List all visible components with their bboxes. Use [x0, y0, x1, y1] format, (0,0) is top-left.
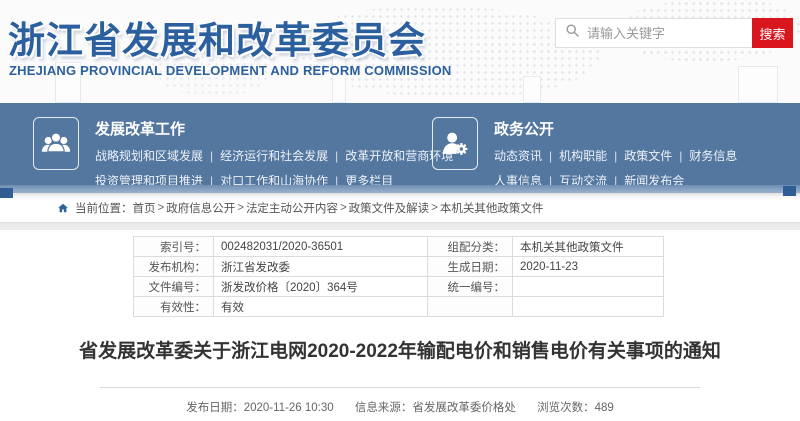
meta-value-validity: 有效: [213, 296, 428, 317]
publish-date: 发布日期：2020-11-26 10:30: [186, 402, 333, 414]
search-input-wrap: [555, 18, 752, 48]
meta-row: 索引号： 002482031/2020-36501 组配分类： 本机关其他政策文…: [133, 236, 664, 257]
meta-row: 文件编号： 浙发改价格〔2020〕364号 统一编号：: [133, 276, 664, 297]
view-count-value: 489: [594, 402, 614, 414]
breadcrumb-gov-info[interactable]: 政府信息公开: [166, 200, 235, 216]
site-header: 浙江省发展和改革委员会 ZHEJIANG PROVINCIAL DEVELOPM…: [0, 0, 800, 103]
publish-source-value: 省发展改革委价格处: [412, 402, 516, 414]
nav-separator: |: [549, 149, 553, 163]
search-icon: [565, 23, 580, 43]
nav-link-org-functions[interactable]: 机构职能: [559, 149, 607, 163]
meta-value-index-no: 002482031/2020-36501: [213, 236, 428, 257]
search-button[interactable]: 搜索: [752, 18, 793, 48]
nav-title-gov-disclosure[interactable]: 政务公开: [494, 118, 554, 139]
view-count-label: 浏览次数：: [537, 402, 595, 414]
nav-row: 战略规划和区域发展 | 经济运行和社会发展 | 改革开放和营商环境: [95, 147, 453, 164]
nav-bottom-strip: [0, 185, 800, 193]
meta-value-unified-number: [512, 276, 664, 297]
skyline-decoration: [523, 76, 541, 103]
publish-date-label: 发布日期：: [186, 402, 244, 414]
nav-section-development: 发展改革工作 战略规划和区域发展 | 经济运行和社会发展 | 改革开放和营商环境 投资管…: [33, 117, 453, 189]
decoration-cap-left: [0, 188, 13, 198]
publish-info: 发布日期：2020-11-26 10:30 信息来源：省发展改革委价格处 浏览次…: [0, 399, 800, 415]
skyline-decoration: [738, 66, 778, 103]
meta-value-empty: [512, 296, 664, 317]
breadcrumb-home[interactable]: 首页: [133, 200, 156, 216]
nav-link-news[interactable]: 动态资讯: [494, 149, 542, 163]
nav-text-development: 发展改革工作 战略规划和区域发展 | 经济运行和社会发展 | 改革开放和营商环境 投资管…: [95, 117, 453, 189]
primary-nav: 发展改革工作 战略规划和区域发展 | 经济运行和社会发展 | 改革开放和营商环境 投资管…: [0, 103, 800, 188]
meta-label-unified-number: 统一编号：: [427, 276, 513, 297]
breadcrumb: 当前位置： 首页 > 政府信息公开 > 法定主动公开内容 > 政策文件及解读 >…: [0, 193, 800, 222]
publish-source: 信息来源：省发展改革委价格处: [355, 402, 516, 414]
nav-link-financial-info[interactable]: 财务信息: [689, 149, 737, 163]
nav-title-development[interactable]: 发展改革工作: [95, 118, 185, 139]
search-input[interactable]: [587, 25, 743, 41]
nav-text-gov-disclosure: 政务公开 动态资讯 | 机构职能 | 政策文件 | 财务信息 人事信息 | 互动交流 | 新闻发布会: [494, 117, 737, 189]
site-title-en: ZHEJIANG PROVINCIAL DEVELOPMENT AND REFO…: [9, 63, 452, 78]
breadcrumb-other-policy-docs[interactable]: 本机关其他政策文件: [440, 200, 544, 216]
page-title: 省发展改革委关于浙江电网2020-2022年输配电价和销售电价有关事项的通知: [79, 341, 721, 362]
meta-label-issuing-agency: 发布机构：: [133, 256, 214, 277]
nav-separator: |: [679, 149, 683, 163]
nav-separator: |: [335, 149, 339, 163]
breadcrumb-prefix: 当前位置：: [75, 202, 133, 215]
meta-label-validity: 有效性：: [133, 296, 214, 317]
search-bar: 搜索: [555, 18, 793, 48]
document-meta-table: 索引号： 002482031/2020-36501 组配分类： 本机关其他政策文…: [133, 236, 664, 317]
breadcrumb-separator: >: [237, 201, 244, 214]
nav-section-gov-disclosure: 政务公开 动态资讯 | 机构职能 | 政策文件 | 财务信息 人事信息 | 互动交流 | 新闻发布会: [432, 117, 737, 189]
nav-link-economic-operation[interactable]: 经济运行和社会发展: [220, 149, 328, 163]
breadcrumb-separator: >: [339, 201, 347, 214]
meta-value-issuing-agency: 浙江省发改委: [213, 256, 428, 277]
meta-row: 有效性： 有效: [133, 296, 664, 317]
meta-row: 发布机构： 浙江省发改委 生成日期： 2020-11-23: [133, 256, 664, 277]
meta-label-doc-number: 文件编号：: [133, 276, 214, 297]
person-gear-icon: [432, 117, 478, 170]
breadcrumb-statutory-disclosure[interactable]: 法定主动公开内容: [246, 200, 338, 216]
breadcrumb-separator: >: [431, 201, 438, 214]
site-title-cn: 浙江省发展和改革委员会: [8, 20, 426, 61]
meta-label-category: 组配分类：: [427, 236, 513, 257]
document-content: 索引号： 002482031/2020-36501 组配分类： 本机关其他政策文…: [0, 230, 800, 421]
meta-value-date-generated: 2020-11-23: [512, 256, 664, 277]
nav-link-strategic-planning[interactable]: 战略规划和区域发展: [95, 149, 203, 163]
title-divider: [100, 387, 700, 388]
meta-label-index-no: 索引号：: [133, 236, 214, 257]
meta-value-doc-number: 浙发改价格〔2020〕364号: [213, 276, 428, 297]
decoration-cap-right: [783, 186, 796, 196]
meta-label-date-generated: 生成日期：: [427, 256, 513, 277]
nav-row: 动态资讯 | 机构职能 | 政策文件 | 财务信息: [494, 147, 737, 164]
people-group-icon: [33, 117, 79, 170]
publish-source-label: 信息来源：: [354, 402, 413, 414]
nav-separator: |: [210, 149, 214, 163]
breadcrumb-policy-docs[interactable]: 政策文件及解读: [349, 200, 430, 216]
view-count: 浏览次数：489: [537, 402, 614, 414]
home-icon: [57, 202, 69, 214]
nav-link-policy-documents[interactable]: 政策文件: [624, 149, 672, 163]
nav-separator: |: [614, 149, 618, 163]
meta-label-empty: [427, 296, 513, 317]
breadcrumb-separator: >: [157, 201, 165, 214]
meta-value-category: 本机关其他政策文件: [512, 236, 664, 257]
publish-date-value: 2020-11-26 10:30: [243, 402, 334, 414]
